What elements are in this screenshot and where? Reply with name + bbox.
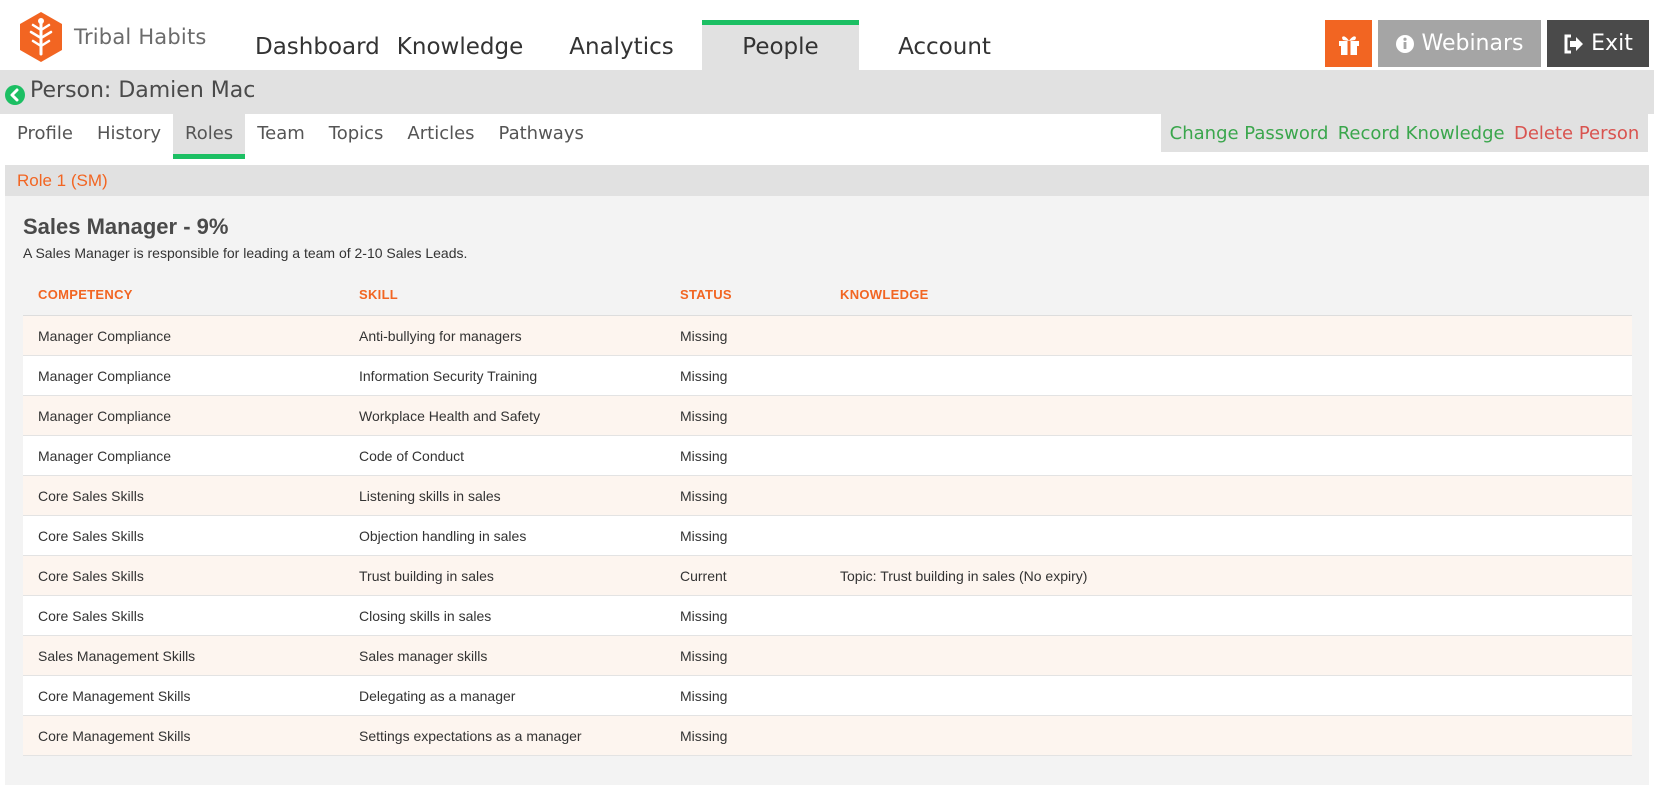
table-row: Core Management Skills Settings expectat… [23,716,1632,756]
cell-skill: Delegating as a manager [359,687,516,704]
delete-person-link[interactable]: Delete Person [1514,123,1639,144]
role-description: A Sales Manager is responsible for leadi… [23,245,468,261]
change-password-link[interactable]: Change Password [1170,123,1329,144]
nav-people[interactable]: People [702,20,859,70]
tab-articles[interactable]: Articles [395,114,486,159]
role-header: Role 1 (SM) [5,165,1649,196]
sign-out-icon [1564,34,1584,53]
cell-status: Missing [680,327,728,344]
cell-competency: Core Sales Skills [38,567,144,584]
gift-button[interactable] [1325,20,1372,67]
cell-skill: Workplace Health and Safety [359,407,541,424]
column-header-knowledge: KNOWLEDGE [840,287,929,302]
tab-topics[interactable]: Topics [317,114,396,159]
nav-account[interactable]: Account [859,20,1030,70]
info-circle-icon [1396,34,1415,53]
top-bar: Tribal Habits Dashboard Knowledge Analyt… [0,0,1654,70]
cell-competency: Core Management Skills [38,727,191,744]
cell-competency: Core Sales Skills [38,527,144,544]
role-header-label[interactable]: Role 1 (SM) [17,171,108,191]
tab-pathways[interactable]: Pathways [487,114,596,159]
cell-status: Missing [680,647,728,664]
tab-history[interactable]: History [85,114,173,159]
page-title: Person: Damien Mac [30,78,256,103]
cell-competency: Sales Management Skills [38,647,196,664]
cell-skill: Trust building in sales [359,567,494,584]
tab-team[interactable]: Team [245,114,317,159]
cell-status: Missing [680,687,728,704]
webinars-button[interactable]: Webinars [1378,20,1541,67]
cell-status: Missing [680,727,728,744]
cell-competency: Manager Compliance [38,367,172,384]
cell-skill: Information Security Training [359,367,538,384]
cell-status: Missing [680,447,728,464]
cell-competency: Core Management Skills [38,687,191,704]
table-row: Manager Compliance Code of Conduct Missi… [23,436,1632,476]
table-row: Core Sales Skills Listening skills in sa… [23,476,1632,516]
table-row: Manager Compliance Information Security … [23,356,1632,396]
table-row: Core Sales Skills Closing skills in sale… [23,596,1632,636]
cell-competency: Core Sales Skills [38,487,144,504]
competency-table: COMPETENCY SKILL STATUS KNOWLEDGE Manage… [23,274,1632,756]
cell-skill: Settings expectations as a manager [359,727,582,744]
cell-skill: Anti-bullying for managers [359,327,522,344]
tab-profile[interactable]: Profile [5,114,85,159]
person-sub-nav: Profile History Roles Team Topics Articl… [0,114,1160,159]
table-row: Manager Compliance Workplace Health and … [23,396,1632,436]
nav-analytics[interactable]: Analytics [541,20,702,70]
tab-roles[interactable]: Roles [173,114,246,159]
cell-status: Missing [680,367,728,384]
cell-skill: Listening skills in sales [359,487,501,504]
brand-name: Tribal Habits [74,25,207,49]
webinars-label: Webinars [1421,31,1524,56]
cell-skill: Closing skills in sales [359,607,492,624]
cell-skill: Sales manager skills [359,647,488,664]
main-nav: Dashboard Knowledge Analytics People Acc… [255,20,1030,70]
cell-competency: Manager Compliance [38,407,172,424]
exit-button[interactable]: Exit [1547,20,1649,67]
chevron-left-circle-icon[interactable] [5,85,25,105]
cell-skill: Code of Conduct [359,447,465,464]
cell-skill: Objection handling in sales [359,527,527,544]
cell-knowledge: Topic: Trust building in sales (No expir… [840,567,1088,584]
person-actions: Change Password Record Knowledge Delete … [1161,114,1648,152]
nav-knowledge[interactable]: Knowledge [379,20,541,70]
table-row: Manager Compliance Anti-bullying for man… [23,316,1632,356]
cell-competency: Manager Compliance [38,447,172,464]
cell-status: Missing [680,607,728,624]
record-knowledge-link[interactable]: Record Knowledge [1338,123,1505,144]
table-row: Sales Management Skills Sales manager sk… [23,636,1632,676]
person-header: Person: Damien Mac [0,70,1654,114]
cell-status: Missing [680,487,728,504]
brand-logo[interactable]: Tribal Habits [14,8,224,66]
table-row: Core Sales Skills Trust building in sale… [23,556,1632,596]
table-header: COMPETENCY SKILL STATUS KNOWLEDGE [23,274,1632,316]
column-header-competency: COMPETENCY [38,287,133,302]
exit-label: Exit [1591,31,1633,56]
table-row: Core Sales Skills Objection handling in … [23,516,1632,556]
gift-icon [1338,35,1359,55]
cell-status: Current [680,567,727,584]
cell-competency: Core Sales Skills [38,607,144,624]
tribal-tree-logo-icon [20,12,62,62]
role-panel: Role 1 (SM) Sales Manager - 9% A Sales M… [5,165,1649,785]
table-row: Core Management Skills Delegating as a m… [23,676,1632,716]
nav-dashboard[interactable]: Dashboard [255,20,380,70]
cell-competency: Manager Compliance [38,327,172,344]
cell-status: Missing [680,527,728,544]
column-header-status: STATUS [680,287,732,302]
cell-status: Missing [680,407,728,424]
column-header-skill: SKILL [359,287,399,302]
role-title: Sales Manager - 9% [23,214,229,239]
